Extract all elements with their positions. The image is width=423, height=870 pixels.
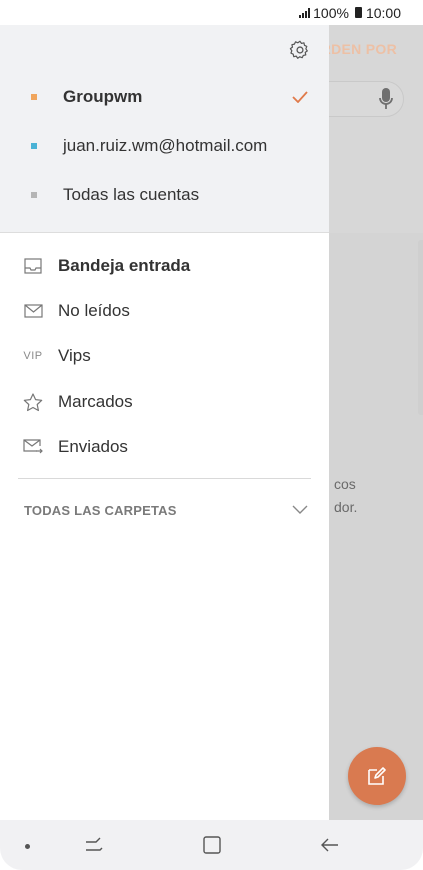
checkmark-icon (292, 91, 308, 103)
battery-percent: 100% (313, 4, 349, 21)
account-item-groupwm[interactable]: Groupwm (0, 77, 329, 117)
sent-icon (22, 436, 44, 458)
folder-label: Enviados (58, 437, 128, 456)
folder-item-sent[interactable]: Enviados (0, 427, 329, 467)
account-color-dot (31, 94, 37, 100)
microphone-icon[interactable] (379, 87, 393, 116)
inbox-icon (22, 255, 44, 277)
folder-label: Marcados (58, 392, 133, 411)
account-item-all[interactable]: Todas las cuentas (0, 175, 329, 215)
chevron-down-icon[interactable] (292, 505, 308, 515)
folder-item-vips[interactable]: VIP Vips (0, 336, 329, 376)
nav-dot-icon (25, 844, 30, 849)
folder-label: Vips (58, 346, 91, 365)
recent-apps-icon[interactable] (84, 834, 104, 856)
folder-item-starred[interactable]: Marcados (0, 382, 329, 422)
divider (18, 478, 311, 479)
clock: 10:00 (365, 4, 401, 21)
account-color-dot (31, 143, 37, 149)
folder-label: No leídos (58, 301, 130, 320)
home-button-icon[interactable] (202, 834, 222, 856)
signal-icon (299, 7, 311, 18)
folder-item-inbox[interactable]: Bandeja entrada (0, 246, 329, 286)
envelope-icon (22, 300, 44, 322)
empty-message-line: dor. (334, 499, 358, 515)
system-navigation-bar (0, 820, 423, 870)
account-item-hotmail[interactable]: juan.ruiz.wm@hotmail.com (0, 126, 329, 166)
account-label: Todas las cuentas (63, 185, 200, 204)
vip-icon: VIP (23, 350, 43, 362)
compose-button[interactable] (348, 747, 406, 805)
sort-button[interactable]: RDEN POR (321, 41, 397, 57)
settings-gear-icon[interactable] (289, 39, 311, 61)
navigation-drawer: Groupwm juan.ruiz.wm@hotmail.com Todas l… (0, 25, 329, 820)
scrollbar (418, 240, 423, 415)
folder-label: Bandeja entrada (58, 256, 191, 275)
account-section: Groupwm juan.ruiz.wm@hotmail.com Todas l… (0, 25, 329, 233)
status-bar: 100% 10:00 (0, 0, 423, 25)
all-folders-header[interactable]: TODAS LAS CARPETAS (24, 503, 177, 518)
empty-message-line: cos (334, 476, 356, 492)
compose-icon (368, 767, 386, 785)
star-icon (22, 391, 44, 413)
battery-icon (354, 7, 362, 18)
account-label: Groupwm (63, 87, 143, 106)
account-label: juan.ruiz.wm@hotmail.com (63, 136, 268, 155)
folder-item-unread[interactable]: No leídos (0, 291, 329, 331)
account-color-dot (31, 192, 37, 198)
empty-message: cos dor. (334, 473, 357, 519)
back-arrow-icon[interactable] (320, 834, 340, 856)
